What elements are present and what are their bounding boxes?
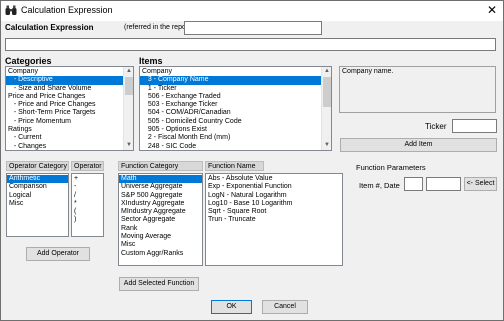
function-name-item[interactable]: Trun - Truncate xyxy=(206,216,342,224)
items-list[interactable]: Company 3 - Company Name 1 - Ticker 506 … xyxy=(139,66,332,151)
operator-category-item[interactable]: Arithmetic xyxy=(7,175,68,184)
add-item-button[interactable]: Add Item xyxy=(340,138,497,152)
categories-scrollbar[interactable]: ▲ ▼ xyxy=(123,67,133,150)
scroll-down-icon[interactable]: ▼ xyxy=(124,141,133,150)
category-list-item[interactable]: - Changes xyxy=(6,143,123,150)
item-list-item[interactable]: 3 - Company Name xyxy=(140,76,321,85)
operator-item[interactable]: * xyxy=(72,200,103,208)
function-name-item[interactable]: Abs - Absolute Value xyxy=(206,175,342,183)
operator-category-header: Operator Category xyxy=(6,161,69,171)
category-list-item[interactable]: - Current xyxy=(6,134,123,142)
operator-category-item[interactable]: Logical xyxy=(7,192,68,200)
category-list-item[interactable]: - Short-Term Price Targets xyxy=(6,109,123,117)
function-name-item[interactable]: Sqrt - Square Root xyxy=(206,208,342,216)
param-date-input[interactable] xyxy=(426,177,461,191)
item-list-item[interactable]: 1 - Ticker xyxy=(140,85,321,93)
category-list-item[interactable]: - Size and Share Volume xyxy=(6,85,123,93)
function-category-item[interactable]: MIndustry Aggregate xyxy=(119,208,202,216)
operator-item[interactable]: + xyxy=(72,175,103,183)
calculation-expression-dialog: Calculation Expression ✕ Calculation Exp… xyxy=(0,0,504,321)
category-list-item[interactable]: Company xyxy=(6,68,123,76)
categories-heading: Categories xyxy=(5,56,52,66)
item-list-item[interactable]: Company xyxy=(140,68,321,76)
item-list-item[interactable]: 503 - Exchange Ticker xyxy=(140,101,321,109)
function-category-item[interactable]: Sector Aggregate xyxy=(119,216,202,224)
function-parameters-heading: Function Parameters xyxy=(356,163,426,172)
operator-category-item[interactable]: Comparison xyxy=(7,183,68,191)
function-category-item[interactable]: XIndustry Aggregate xyxy=(119,200,202,208)
title-bar: Calculation Expression ✕ xyxy=(1,1,503,21)
category-list-item[interactable]: - Price Momentum xyxy=(6,118,123,126)
item-list-item[interactable]: 248 - SIC Code xyxy=(140,143,321,150)
operator-category-list[interactable]: Arithmetic Comparison Logical Misc xyxy=(6,173,69,237)
ticker-input[interactable] xyxy=(452,119,497,133)
operator-list[interactable]: + - / *() xyxy=(71,173,104,237)
operator-item[interactable]: / xyxy=(72,192,103,200)
expression-name-input[interactable] xyxy=(184,21,322,35)
item-list-item[interactable]: 905 - Options Exist xyxy=(140,126,321,134)
scroll-up-icon[interactable]: ▲ xyxy=(322,67,331,76)
scroll-thumb[interactable] xyxy=(323,77,331,107)
cancel-button[interactable]: Cancel xyxy=(262,300,308,314)
function-category-item[interactable]: Custom Aggr/Ranks xyxy=(119,250,202,258)
function-category-item[interactable]: Universe Aggregate xyxy=(119,183,202,191)
function-category-item[interactable]: Math xyxy=(119,175,202,184)
category-list-item[interactable]: Ratings xyxy=(6,126,123,134)
binoculars-icon xyxy=(5,5,17,15)
operator-item[interactable]: - xyxy=(72,183,103,191)
categories-list[interactable]: Company - Descriptive - Size and Share V… xyxy=(5,66,134,151)
function-category-item[interactable]: Rank xyxy=(119,225,202,233)
function-category-header: Function Category xyxy=(118,161,203,171)
item-list-item[interactable]: 2 - Fiscal Month End (mm) xyxy=(140,134,321,142)
category-list-item[interactable]: - Price and Price Changes xyxy=(6,101,123,109)
item-description-box: Company name. xyxy=(339,66,496,113)
function-category-list[interactable]: Math Universe Aggregate S&P 500 Aggregate X… xyxy=(118,173,203,266)
window-title: Calculation Expression xyxy=(21,5,113,15)
ticker-label: Ticker xyxy=(425,122,447,131)
function-category-item[interactable]: S&P 500 Aggregate xyxy=(119,192,202,200)
scroll-up-icon[interactable]: ▲ xyxy=(124,67,133,76)
operator-item[interactable]: ( xyxy=(72,208,103,216)
add-selected-function-button[interactable]: Add Selected Function xyxy=(119,277,199,291)
items-heading: Items xyxy=(139,56,163,66)
expression-formula-input[interactable] xyxy=(5,38,496,51)
item-list-item[interactable]: 506 - Exchange Traded xyxy=(140,93,321,101)
operator-category-item[interactable]: Misc xyxy=(7,200,68,208)
calculation-expression-label: Calculation Expression xyxy=(5,23,94,32)
function-category-item[interactable]: Misc xyxy=(119,241,202,249)
function-name-item[interactable]: LogN - Natural Logarithm xyxy=(206,192,342,200)
param-item-input[interactable] xyxy=(404,177,423,191)
function-name-item[interactable]: Exp - Exponential Function xyxy=(206,183,342,191)
scroll-down-icon[interactable]: ▼ xyxy=(322,141,331,150)
item-list-item[interactable]: 505 - Domiciled Country Code xyxy=(140,118,321,126)
category-list-item[interactable]: Price and Price Changes xyxy=(6,93,123,101)
operator-item[interactable]: ) xyxy=(72,216,103,224)
function-name-list[interactable]: Abs - Absolute Value Exp - Exponential Fu… xyxy=(205,173,343,266)
operator-header: Operator xyxy=(71,161,104,171)
item-description-text: Company name. xyxy=(342,68,394,75)
function-category-item[interactable]: Moving Average xyxy=(119,233,202,241)
ok-button[interactable]: OK xyxy=(211,300,252,314)
item-list-item[interactable]: 504 - COM/ADR/Canadian xyxy=(140,109,321,117)
items-scrollbar[interactable]: ▲ ▼ xyxy=(321,67,331,150)
category-list-item[interactable]: - Descriptive xyxy=(6,76,123,85)
function-name-item[interactable]: Log10 - Base 10 Logarithm xyxy=(206,200,342,208)
add-operator-button[interactable]: Add Operator xyxy=(26,247,90,261)
scroll-thumb[interactable] xyxy=(125,77,133,95)
function-name-header: Function Name xyxy=(205,161,264,171)
select-param-button[interactable]: <- Select xyxy=(464,177,497,191)
close-button[interactable]: ✕ xyxy=(485,4,499,17)
item-date-label: Item #, Date xyxy=(359,181,400,190)
